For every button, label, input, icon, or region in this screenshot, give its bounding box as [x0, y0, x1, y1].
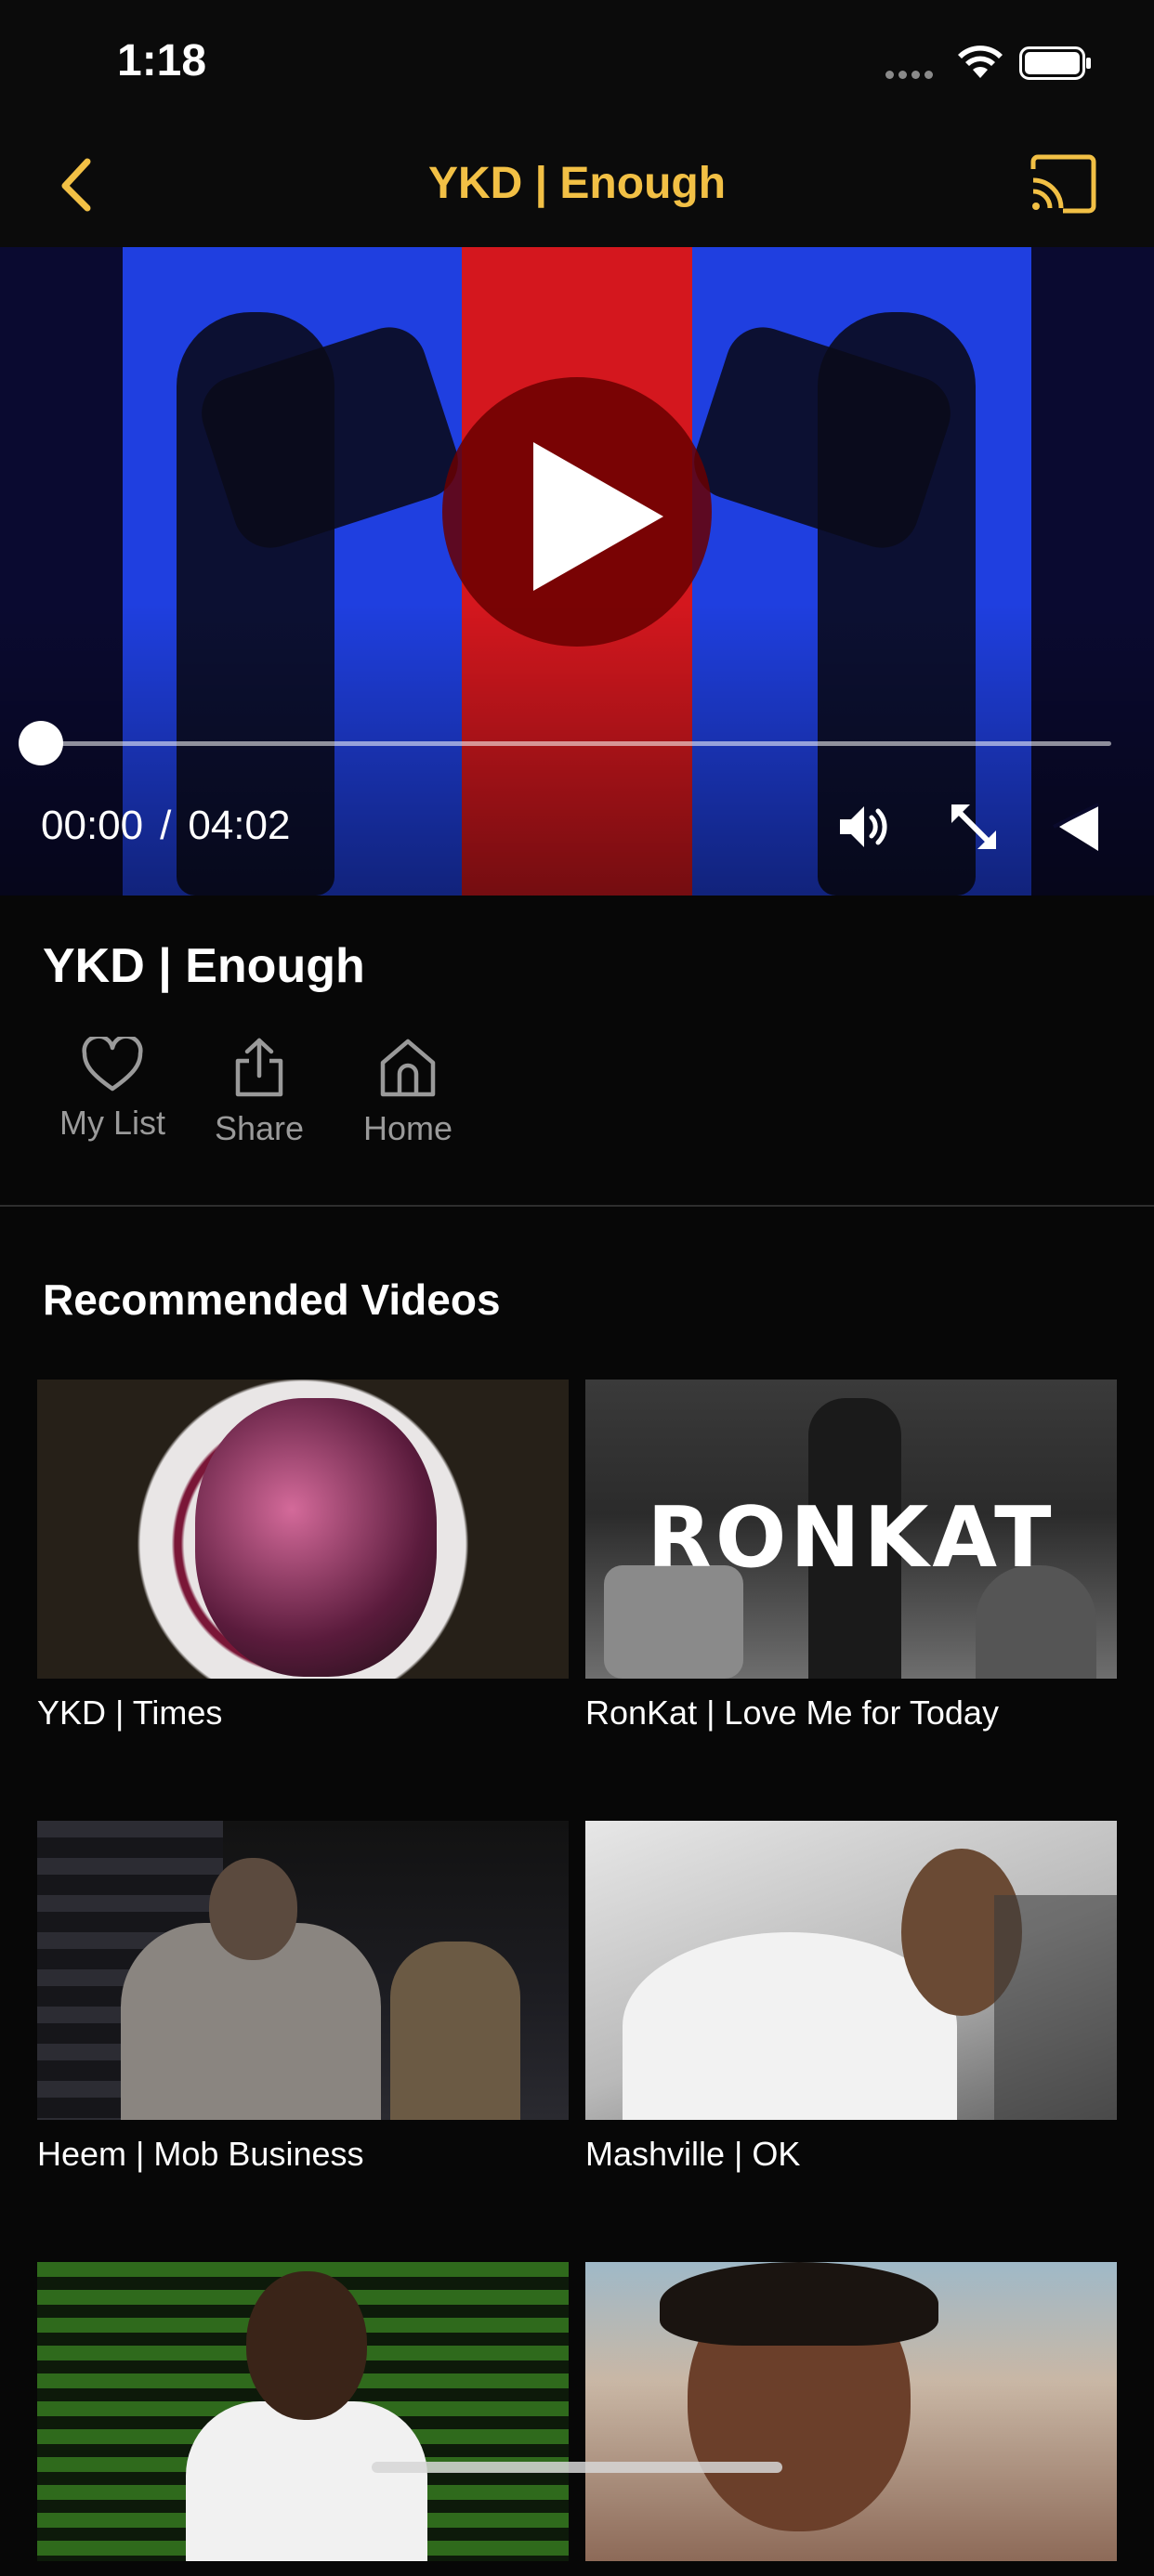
progress-track[interactable] [41, 741, 1111, 746]
video-card-title: Heem | Mob Business [37, 2135, 364, 2173]
video-card-title: RonKat | Love Me for Today [585, 1693, 999, 1732]
my-list-label: My List [59, 1104, 165, 1142]
status-time: 1:18 [117, 36, 207, 85]
share-label: Share [214, 1109, 305, 1147]
video-card-title: Mashville | OK [585, 2135, 801, 2173]
status-bar: 1:18 [0, 0, 1154, 130]
video-card[interactable] [37, 2262, 569, 2576]
cellular-signal-icon [885, 67, 939, 79]
fullscreen-icon[interactable] [946, 799, 1002, 855]
video-thumbnail [37, 1380, 569, 1679]
cast-icon[interactable] [1028, 152, 1098, 217]
video-thumbnail [585, 1821, 1117, 2120]
battery-icon [1019, 46, 1091, 80]
wifi-icon [958, 46, 1003, 78]
video-player[interactable]: 00:00 / 04:02 [0, 247, 1154, 896]
video-card[interactable]: Heem | Mob Business [37, 1821, 569, 2174]
video-thumbnail [37, 1821, 569, 2120]
video-card[interactable]: RONKAT RonKat | Love Me for Today [585, 1380, 1117, 1733]
my-list-button[interactable]: My List [43, 1037, 182, 1143]
current-time: 00:00 [41, 803, 144, 848]
thumbnail-logo-text: RONKAT [647, 1489, 1056, 1587]
home-button[interactable]: Home [338, 1037, 478, 1148]
video-card[interactable]: YKD | Times [37, 1380, 569, 1733]
play-button[interactable] [442, 377, 712, 647]
video-card[interactable] [585, 2262, 1117, 2576]
time-separator: / [160, 803, 172, 848]
volume-icon[interactable] [836, 799, 892, 855]
duration: 04:02 [188, 803, 291, 848]
heart-icon [82, 1037, 143, 1092]
video-thumbnail [37, 2262, 569, 2561]
airplay-icon[interactable] [1050, 799, 1106, 855]
video-thumbnail: RONKAT [585, 1380, 1117, 1679]
nav-bar: YKD | Enough [0, 130, 1154, 247]
video-thumbnail [585, 2262, 1117, 2561]
share-button[interactable]: Share [190, 1037, 329, 1148]
video-title: YKD | Enough [43, 939, 365, 993]
video-card[interactable]: Mashville | OK [585, 1821, 1117, 2174]
divider [0, 1205, 1154, 1207]
progress-scrubber[interactable] [19, 721, 63, 765]
page-title: YKD | Enough [427, 159, 727, 208]
share-icon [235, 1038, 283, 1097]
time-readout: 00:00 / 04:02 [41, 803, 290, 849]
play-icon [533, 442, 663, 591]
home-indicator [372, 2462, 782, 2473]
home-icon [380, 1039, 436, 1097]
recommended-heading: Recommended Videos [43, 1275, 501, 1324]
video-card-title: YKD | Times [37, 1693, 223, 1732]
home-label: Home [362, 1109, 453, 1147]
